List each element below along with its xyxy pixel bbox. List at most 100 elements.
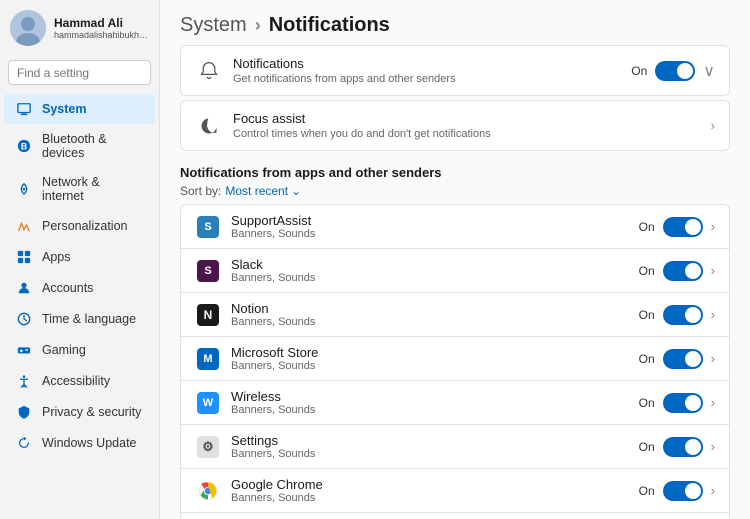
app-toggle[interactable] (663, 217, 703, 237)
app-name: Slack (231, 257, 639, 272)
notifications-card-toggle[interactable] (655, 61, 695, 81)
app-toggle-label: On (639, 264, 655, 278)
sort-value[interactable]: Most recent ⌄ (225, 184, 301, 198)
sidebar-label-accounts: Accounts (42, 281, 93, 295)
sidebar: Hammad Ali hammadalishahibukhari@gmail.c… (0, 0, 160, 519)
sidebar-item-system[interactable]: System (4, 94, 155, 124)
sidebar-item-apps[interactable]: Apps (4, 242, 155, 272)
time-icon (16, 311, 32, 327)
app-toggle-label: On (639, 396, 655, 410)
app-icon: ⚙ (195, 434, 221, 460)
sidebar-item-time[interactable]: Time & language (4, 304, 155, 334)
sidebar-item-gaming[interactable]: Gaming (4, 335, 155, 365)
sidebar-label-time: Time & language (42, 312, 136, 326)
app-toggle-label: On (639, 308, 655, 322)
sidebar-label-personalization: Personalization (42, 219, 127, 233)
app-icon: S (195, 214, 221, 240)
user-info: Hammad Ali hammadalishahibukhari@gmail.c… (54, 16, 149, 40)
main-content: System › Notifications Notifications Get… (160, 0, 750, 519)
app-row[interactable]: O OneDrive Banners, Sounds On › (180, 512, 730, 519)
breadcrumb-separator: › (255, 15, 261, 36)
app-desc: Banners, Sounds (231, 228, 639, 240)
sidebar-label-bluetooth: Bluetooth & devices (42, 132, 143, 160)
sidebar-item-personalization[interactable]: Personalization (4, 211, 155, 241)
user-profile[interactable]: Hammad Ali hammadalishahibukhari@gmail.c… (0, 0, 159, 56)
search-input[interactable] (17, 66, 172, 80)
app-toggle[interactable] (663, 349, 703, 369)
focus-assist-card-icon (195, 112, 223, 140)
app-chevron-icon: › (711, 483, 715, 498)
app-icon: W (195, 390, 221, 416)
app-toggle[interactable] (663, 481, 703, 501)
app-desc: Banners, Sounds (231, 360, 639, 372)
focus-assist-card-subtitle: Control times when you do and don't get … (233, 128, 711, 140)
personalization-icon (16, 218, 32, 234)
bluetooth-icon: B (16, 138, 32, 154)
avatar (10, 10, 46, 46)
notifications-card-icon (195, 57, 223, 85)
app-row[interactable]: N Notion Banners, Sounds On › (180, 292, 730, 336)
app-chevron-icon: › (711, 351, 715, 366)
breadcrumb-parent[interactable]: System (180, 14, 247, 37)
apps-icon (16, 249, 32, 265)
sidebar-label-system: System (42, 102, 86, 116)
system-icon (16, 101, 32, 117)
app-row[interactable]: S SupportAssist Banners, Sounds On › (180, 204, 730, 248)
sidebar-label-apps: Apps (42, 250, 71, 264)
app-name: Settings (231, 433, 639, 448)
app-toggle-label: On (639, 220, 655, 234)
app-row[interactable]: Google Chrome Banners, Sounds On › (180, 468, 730, 512)
app-row[interactable]: S Slack Banners, Sounds On › (180, 248, 730, 292)
sidebar-item-network[interactable]: Network & internet (4, 168, 155, 210)
app-row[interactable]: M Microsoft Store Banners, Sounds On › (180, 336, 730, 380)
app-chevron-icon: › (711, 263, 715, 278)
sidebar-nav: System B Bluetooth & devices Network & i… (0, 93, 159, 519)
app-name: Wireless (231, 389, 639, 404)
notifications-card-title: Notifications (233, 56, 631, 71)
sidebar-item-update[interactable]: Windows Update (4, 428, 155, 458)
top-cards: Notifications Get notifications from app… (180, 45, 730, 151)
apps-section-header: Notifications from apps and other sender… (180, 165, 730, 198)
app-toggle[interactable] (663, 393, 703, 413)
sidebar-item-privacy[interactable]: Privacy & security (4, 397, 155, 427)
app-chevron-icon: › (711, 219, 715, 234)
accessibility-icon (16, 373, 32, 389)
gaming-icon (16, 342, 32, 358)
notifications-card[interactable]: Notifications Get notifications from app… (180, 45, 730, 96)
user-email: hammadalishahibukhari@gmail.com (54, 30, 149, 40)
app-chevron-icon: › (711, 439, 715, 454)
sort-value-text: Most recent (225, 184, 288, 198)
app-desc: Banners, Sounds (231, 492, 639, 504)
app-toggle[interactable] (663, 305, 703, 325)
app-row[interactable]: W Wireless Banners, Sounds On › (180, 380, 730, 424)
app-toggle[interactable] (663, 437, 703, 457)
network-icon (16, 181, 32, 197)
sidebar-item-accessibility[interactable]: Accessibility (4, 366, 155, 396)
notifications-card-subtitle: Get notifications from apps and other se… (233, 73, 631, 85)
breadcrumb-current: Notifications (269, 14, 390, 37)
focus-assist-card[interactable]: Focus assist Control times when you do a… (180, 100, 730, 151)
sort-label: Sort by: (180, 184, 221, 198)
search-box[interactable] (8, 60, 151, 85)
app-name: Notion (231, 301, 639, 316)
privacy-icon (16, 404, 32, 420)
sidebar-label-privacy: Privacy & security (42, 405, 141, 419)
focus-assist-card-title: Focus assist (233, 111, 711, 126)
sort-row: Sort by: Most recent ⌄ (180, 184, 730, 198)
sidebar-item-accounts[interactable]: Accounts (4, 273, 155, 303)
app-icon (195, 478, 221, 504)
app-name: Microsoft Store (231, 345, 639, 360)
app-toggle[interactable] (663, 261, 703, 281)
app-desc: Banners, Sounds (231, 448, 639, 460)
sidebar-item-bluetooth[interactable]: B Bluetooth & devices (4, 125, 155, 167)
app-desc: Banners, Sounds (231, 272, 639, 284)
app-toggle-label: On (639, 440, 655, 454)
app-desc: Banners, Sounds (231, 404, 639, 416)
app-chevron-icon: › (711, 395, 715, 410)
breadcrumb: System › Notifications (160, 0, 750, 45)
app-icon: M (195, 346, 221, 372)
sidebar-label-update: Windows Update (42, 436, 137, 450)
sort-chevron-icon: ⌄ (291, 184, 301, 198)
app-row[interactable]: ⚙ Settings Banners, Sounds On › (180, 424, 730, 468)
app-name: SupportAssist (231, 213, 639, 228)
